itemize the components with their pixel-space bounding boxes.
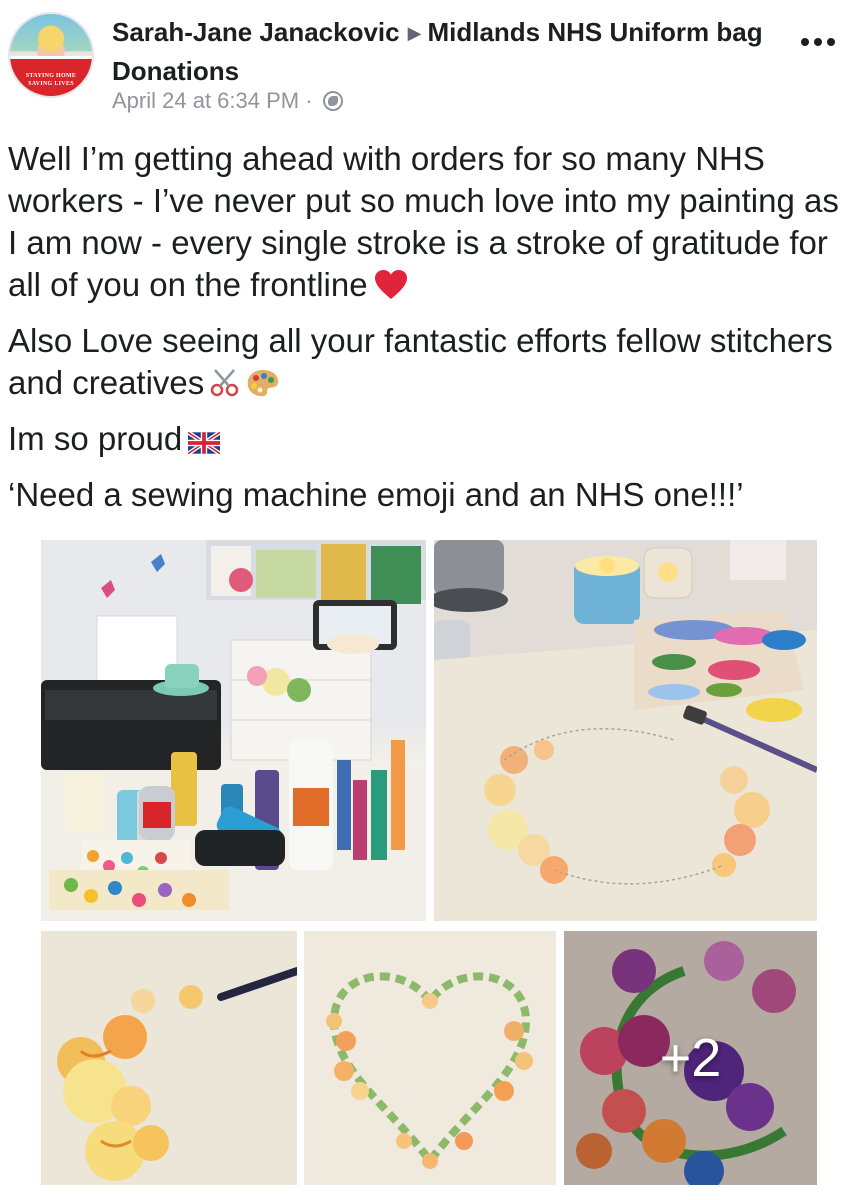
author-line: Sarah-Jane Janackovic ▶ Midlands NHS Unifo… <box>112 14 792 89</box>
more-options-button[interactable] <box>793 22 843 62</box>
post-meta: April 24 at 6:34 PM · <box>112 86 343 116</box>
post-body: Well I’m getting ahead with orders for s… <box>8 138 853 516</box>
uk-flag-emoji <box>187 422 222 464</box>
post-paragraph-text: Im so proud <box>8 420 183 457</box>
post-photo-roses-closeup[interactable] <box>41 931 297 1185</box>
post-paragraph: Well I’m getting ahead with orders for s… <box>8 138 853 310</box>
more-photos-count: +2 <box>659 1028 722 1088</box>
scissors-emoji <box>210 366 240 408</box>
globe-icon <box>322 91 343 111</box>
post-header: STAYING HOME SAVING LIVES Sarah-Jane Jan… <box>0 0 859 122</box>
avatar-frame-text: STAYING HOME SAVING LIVES <box>10 72 92 88</box>
more-options-icon <box>801 38 809 46</box>
avatar-frame-text-line-2: SAVING LIVES <box>28 81 74 87</box>
author-name[interactable]: Sarah-Jane Janackovic <box>112 17 400 47</box>
red-heart-emoji <box>374 268 408 310</box>
avatar-frame-text-line-1: STAYING HOME <box>25 73 77 79</box>
more-options-icon <box>814 38 822 46</box>
post-paragraph: Im so proud <box>8 418 853 464</box>
post-paragraph-text: Also Love seeing all your fantastic effo… <box>8 322 833 401</box>
heart-wreath-image <box>304 931 556 1185</box>
post-paragraph: Also Love seeing all your fantastic effo… <box>8 320 853 408</box>
more-photos-overlay[interactable]: +2 <box>564 931 817 1185</box>
more-options-icon <box>827 38 835 46</box>
post-paragraph-text: Well I’m getting ahead with orders for s… <box>8 140 839 303</box>
post-paragraph-text: ‘Need a sewing machine emoji and an NHS … <box>8 476 744 513</box>
artist-palette-emoji <box>246 366 280 408</box>
post-photo-pansies-more[interactable]: +2 <box>564 931 817 1185</box>
post-photo-painting-roses[interactable] <box>434 540 817 921</box>
avatar[interactable]: STAYING HOME SAVING LIVES <box>8 12 94 98</box>
post-timestamp[interactable]: April 24 at 6:34 PM · <box>112 88 313 113</box>
painting-roses-image <box>434 540 817 921</box>
triangle-right-icon: ▶ <box>407 23 422 43</box>
post-photo-heart-wreath[interactable] <box>304 931 556 1185</box>
craft-desk-image <box>41 540 426 921</box>
post-photo-craft-desk[interactable] <box>41 540 426 921</box>
roses-closeup-image <box>41 931 297 1185</box>
post-paragraph: ‘Need a sewing machine emoji and an NHS … <box>8 474 853 516</box>
